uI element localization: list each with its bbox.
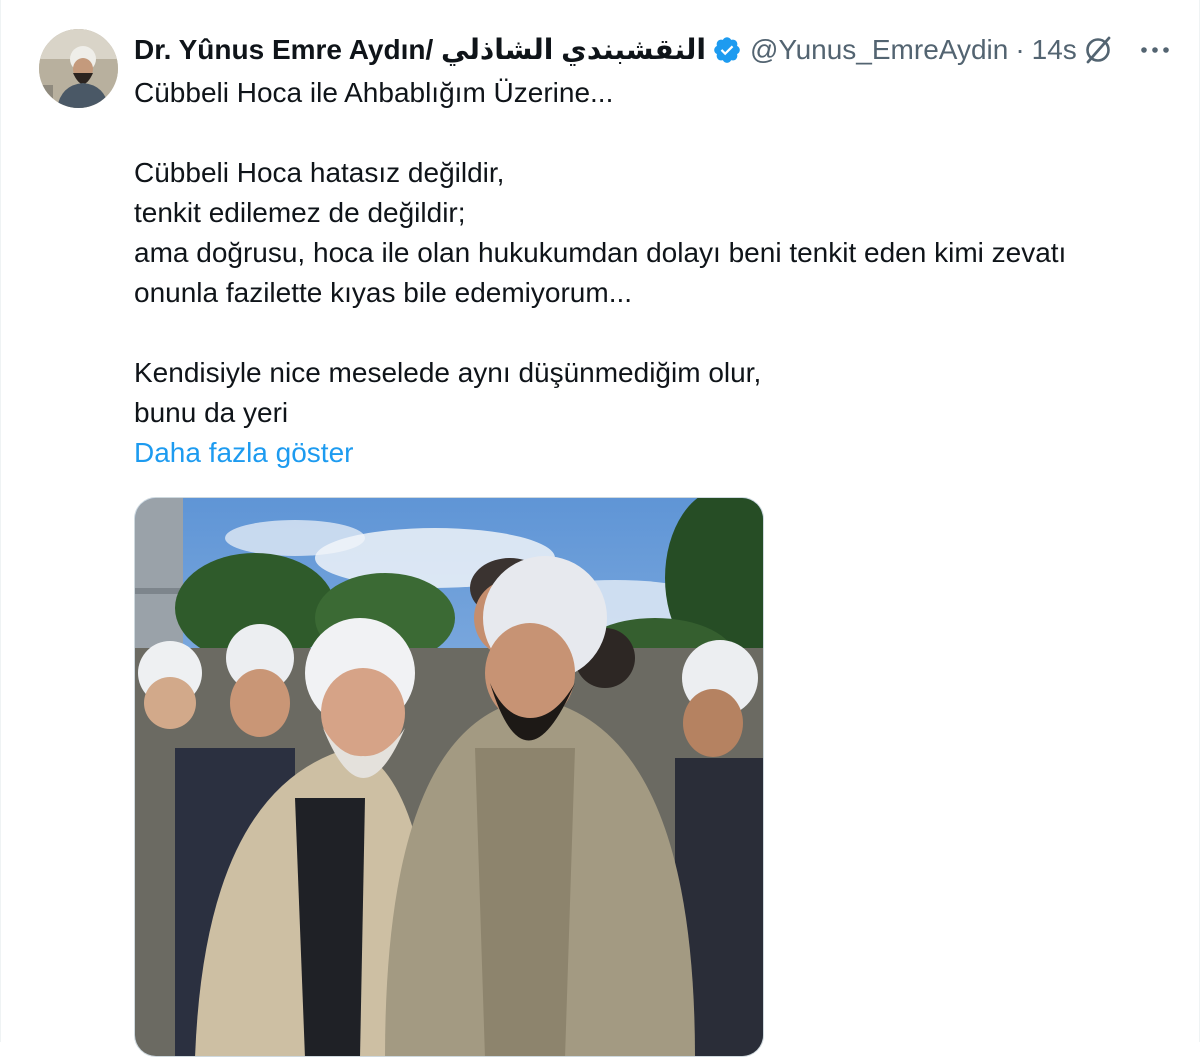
show-more-link[interactable]: Daha fazla göster: [134, 433, 1184, 473]
tweet-header: النقشبندي الشاذلي /Dr. Yûnus Emre Aydın …: [134, 30, 1077, 70]
tweet-text-line: bunu da yeri: [134, 397, 289, 428]
tweet-text-line: Cübbeli Hoca hatasız değildir,: [134, 157, 505, 188]
tweet-text-line: [134, 113, 1184, 153]
verified-badge-icon[interactable]: [712, 35, 742, 65]
more-options-icon[interactable]: [1138, 32, 1172, 68]
display-name[interactable]: النقشبندي الشاذلي /Dr. Yûnus Emre Aydın: [134, 30, 706, 70]
separator-dot: ·: [1015, 34, 1025, 65]
tweet-text-line: [134, 313, 1184, 353]
avatar[interactable]: [39, 29, 118, 108]
tweet-text-line: Cübbeli Hoca ile Ahbablığım Üzerine...: [134, 77, 614, 108]
tweet-text-line: tenkit edilemez de değildir;: [134, 197, 466, 228]
timestamp[interactable]: 14s: [1032, 30, 1077, 70]
grok-icon[interactable]: [1080, 32, 1116, 68]
user-handle[interactable]: @Yunus_EmreAydin: [750, 30, 1008, 70]
photo-image: [135, 498, 763, 1056]
tweet-text-line: ama doğrusu, hoca ile olan hukukumdan do…: [134, 237, 1067, 268]
avatar-image: [39, 29, 118, 108]
tweet-text: Cübbeli Hoca ile Ahbablığım Üzerine... C…: [134, 73, 1184, 473]
tweet-text-line: onunla fazilette kıyas bile edemiyorum..…: [134, 277, 633, 308]
tweet-text-line: Kendisiyle nice meselede aynı düşünmediğ…: [134, 357, 762, 388]
tweet-card[interactable]: النقشبندي الشاذلي /Dr. Yûnus Emre Aydın …: [0, 0, 1200, 1057]
tweet-photo[interactable]: [134, 497, 764, 1057]
